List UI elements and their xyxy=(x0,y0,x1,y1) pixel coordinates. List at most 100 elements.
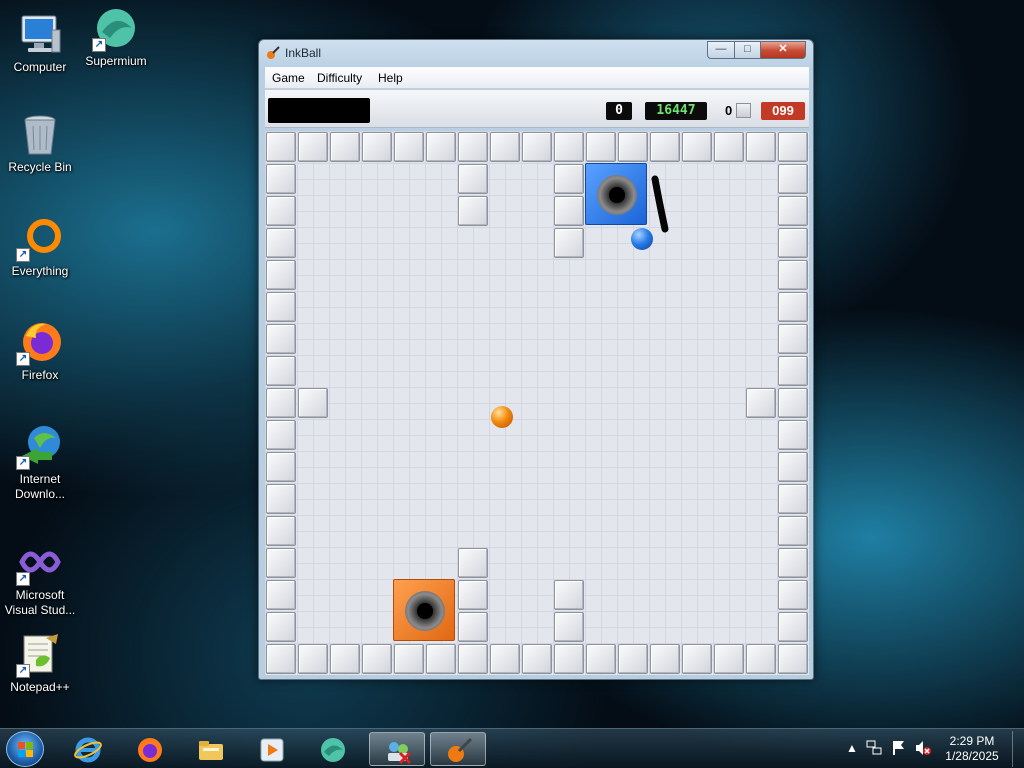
wall-block xyxy=(394,644,424,674)
wall-block xyxy=(266,356,296,386)
wall-block xyxy=(714,132,744,162)
taskbar-network-app[interactable] xyxy=(369,732,425,766)
wall-block xyxy=(266,452,296,482)
wall-block xyxy=(330,644,360,674)
menu-difficulty[interactable]: Difficulty xyxy=(317,71,362,85)
wall-block xyxy=(554,580,584,610)
wall-block xyxy=(458,164,488,194)
network-icon[interactable] xyxy=(866,739,882,768)
desktop-icon-supermium[interactable]: ↗ Supermium xyxy=(80,4,152,69)
wall-block xyxy=(330,132,360,162)
hole-pit-icon xyxy=(597,175,637,215)
wall-block xyxy=(618,644,648,674)
clock-time: 2:29 PM xyxy=(949,734,995,748)
minimize-button[interactable]: — xyxy=(707,41,735,59)
wall-block xyxy=(266,580,296,610)
wall-block xyxy=(778,164,808,194)
wall-block xyxy=(682,132,712,162)
taskbar-supermium[interactable] xyxy=(305,732,361,766)
wall-block xyxy=(266,644,296,674)
shortcut-arrow-icon: ↗ xyxy=(92,38,106,52)
supermium-icon xyxy=(321,738,345,762)
desktop-icon-internet-download-manager[interactable]: ↗ Internet Downlo... xyxy=(4,422,76,502)
file-explorer-icon xyxy=(199,741,223,760)
wall-block xyxy=(554,132,584,162)
wall-block xyxy=(778,324,808,354)
desktop-icon-everything[interactable]: ↗ Everything xyxy=(4,214,76,279)
player-name-display xyxy=(268,98,370,123)
taskbar-media-player[interactable] xyxy=(244,732,300,766)
desktop-icon-label: Supermium xyxy=(85,54,147,68)
taskbar-internet-explorer[interactable] xyxy=(60,732,116,766)
wall-block xyxy=(266,484,296,514)
internet-explorer-icon xyxy=(74,737,102,763)
desktop-icon-label: Computer xyxy=(13,60,67,74)
wall-block xyxy=(650,132,680,162)
wall-block xyxy=(266,292,296,322)
menu-bar: Game Difficulty Help xyxy=(265,67,809,89)
wall-block xyxy=(458,644,488,674)
desktop-icon-label: Everything xyxy=(11,264,69,278)
wall-block xyxy=(266,612,296,642)
desktop-icon-visual-studio[interactable]: ↗ Microsoft Visual Stud... xyxy=(4,538,76,618)
wall-block xyxy=(490,644,520,674)
action-center-flag-icon[interactable] xyxy=(891,739,907,768)
menu-help[interactable]: Help xyxy=(378,71,403,85)
taskbar-file-explorer[interactable] xyxy=(183,732,239,766)
inkball-window: InkBall — □ ✕ Game Difficulty Help 0 164… xyxy=(258,39,814,680)
internet-download-manager-icon: ↗ xyxy=(16,422,64,470)
wall-block xyxy=(746,644,776,674)
wall-block xyxy=(458,612,488,642)
desktop-icon-recycle-bin[interactable]: Recycle Bin xyxy=(4,110,76,175)
wall-block xyxy=(426,132,456,162)
close-button[interactable]: ✕ xyxy=(760,41,806,59)
recycle-bin-icon xyxy=(16,110,64,158)
wall-block xyxy=(778,484,808,514)
title-bar[interactable]: InkBall — □ ✕ xyxy=(259,40,813,66)
network-app-icon xyxy=(388,742,412,765)
taskbar-clock[interactable]: 2:29 PM 1/28/2025 xyxy=(936,734,1008,764)
visual-studio-icon: ↗ xyxy=(16,538,64,586)
menu-game[interactable]: Game xyxy=(272,71,305,85)
wall-block xyxy=(362,132,392,162)
wall-block xyxy=(266,196,296,226)
taskbar: ▲ 2:29 PM 1/28/2025 xyxy=(0,728,1024,768)
everything-icon: ↗ xyxy=(16,214,64,262)
wall-block xyxy=(586,132,616,162)
desktop-icon-notepad-plus-plus[interactable]: ↗ Notepad++ xyxy=(4,630,76,695)
wall-block xyxy=(778,260,808,290)
high-score: 16447 xyxy=(645,102,707,120)
volume-muted-icon[interactable] xyxy=(914,739,932,768)
taskbar-firefox[interactable] xyxy=(122,732,178,766)
desktop-icon-label: Notepad++ xyxy=(10,680,70,694)
timer: 099 xyxy=(761,102,805,120)
wall-block xyxy=(298,132,328,162)
wall-block xyxy=(778,580,808,610)
wall-block xyxy=(778,612,808,642)
show-desktop-button[interactable] xyxy=(1012,731,1022,767)
wall-block xyxy=(394,132,424,162)
clock-date: 1/28/2025 xyxy=(945,749,999,763)
maximize-button[interactable]: □ xyxy=(734,41,761,59)
wall-block xyxy=(778,196,808,226)
wall-block xyxy=(266,164,296,194)
wall-block xyxy=(458,132,488,162)
blue-goal-hole xyxy=(585,163,647,225)
start-button[interactable] xyxy=(6,731,44,767)
game-board[interactable] xyxy=(265,131,809,675)
score-bar: 0 16447 0 099 xyxy=(265,90,809,128)
wall-block xyxy=(554,644,584,674)
wall-block xyxy=(682,644,712,674)
desktop-icon-computer[interactable]: Computer xyxy=(4,10,76,75)
taskbar-inkball[interactable] xyxy=(430,732,486,766)
shortcut-arrow-icon: ↗ xyxy=(16,664,30,678)
desktop-icon-firefox[interactable]: ↗ Firefox xyxy=(4,318,76,383)
wall-block xyxy=(650,644,680,674)
shortcut-arrow-icon: ↗ xyxy=(16,456,30,470)
show-hidden-icons-button[interactable]: ▲ xyxy=(846,741,858,768)
wall-block xyxy=(522,644,552,674)
ink-line xyxy=(651,175,669,233)
wall-block xyxy=(298,388,328,418)
lost-ball-indicator-icon xyxy=(736,103,751,118)
orange-goal-hole xyxy=(393,579,455,641)
